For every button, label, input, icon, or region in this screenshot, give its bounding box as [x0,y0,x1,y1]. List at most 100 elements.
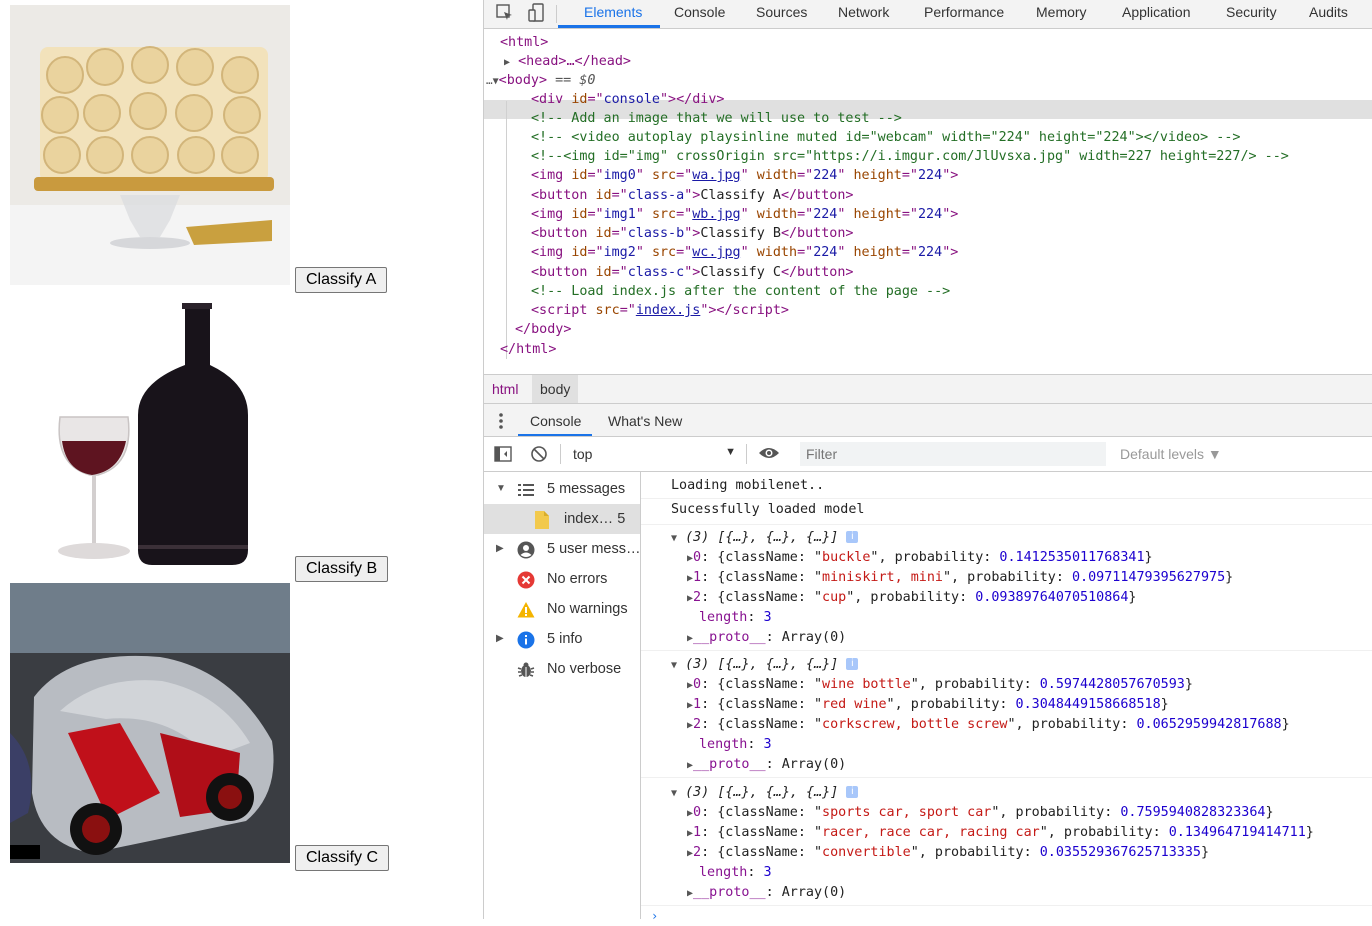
inspect-element-icon[interactable] [494,2,516,24]
dom-node-button-b[interactable]: <button id="class-b">Classify B</button> [531,224,854,243]
object-entry[interactable]: ▶2: {className: "cup", probability: 0.09… [687,588,1136,609]
console-prompt-icon[interactable]: › [651,906,658,926]
more-actions-icon[interactable]: … [486,74,493,87]
info-badge-icon: i [846,658,859,670]
src-link[interactable]: wc.jpg [692,245,740,260]
array-proto[interactable]: ▶__proto__: Array(0) [687,628,846,649]
dom-node-body[interactable]: …▼<body> == $0 [486,71,595,91]
image-b-wine [10,295,290,575]
elements-tree: <html> ▶ <head>…</head> …▼<body> == $0 <… [484,29,1372,374]
array-header[interactable]: ▼ (3) [{…}, {…}, {…}] i [671,655,859,676]
toolbar-divider [746,444,747,464]
array-length: length: 3 [699,865,772,880]
script-src-link[interactable]: index.js [636,303,701,318]
sidebar-item-verbose[interactable]: No verbose [484,654,640,684]
filter-input[interactable] [800,442,1106,466]
object-entry[interactable]: ▶2: {className: "corkscrew, bottle screw… [687,715,1290,736]
dom-comment[interactable]: <!-- Load index.js after the content of … [531,282,950,301]
message-divider [641,905,1372,906]
file-icon [534,510,552,529]
dom-node-html-close[interactable]: </html> [500,340,556,359]
dom-node-img1[interactable]: <img id="img1" src="wb.jpg" width="224" … [531,205,958,224]
info-icon [517,630,535,649]
toolbar-divider [560,444,561,464]
error-icon [517,570,535,589]
expand-triangle-icon[interactable]: ▶ [504,57,510,68]
dom-comment[interactable]: <!-- <video autoplay playsinline muted i… [531,128,1240,147]
sidebar-item-errors[interactable]: No errors [484,564,640,594]
collapse-triangle-icon: ▼ [496,483,506,494]
toolbar-divider [556,5,557,23]
log-levels-dropdown[interactable]: Default levels ▼ [1120,446,1222,462]
breadcrumb-body[interactable]: body [532,375,579,403]
drawer-menu-icon[interactable] [498,412,504,433]
breadcrumb-html[interactable]: html [484,375,526,403]
dom-node-html[interactable]: <html> [500,33,548,52]
expand-triangle-icon: ▶ [496,543,504,554]
object-entry[interactable]: ▶1: {className: "miniskirt, mini", proba… [687,568,1233,589]
message-divider [641,650,1372,651]
dom-node-div-console[interactable]: <div id="console"></div> [531,90,725,109]
warning-icon [517,600,535,618]
dom-node-script[interactable]: <script src="index.js"></script> [531,301,789,320]
object-entry[interactable]: ▶1: {className: "red wine", probability:… [687,695,1169,716]
dom-node-img2[interactable]: <img id="img2" src="wc.jpg" width="224" … [531,243,958,262]
array-proto[interactable]: ▶__proto__: Array(0) [687,883,846,904]
classify-a-button[interactable]: Classify A [295,267,388,293]
clear-console-icon[interactable] [530,445,548,466]
sidebar-item-warnings[interactable]: No warnings [484,594,640,624]
object-entry[interactable]: ▶1: {className: "racer, race car, racing… [687,823,1314,844]
sidebar-item-index-js[interactable]: index… 5 [484,504,640,534]
dom-node-img0[interactable]: <img id="img0" src="wa.jpg" width="224" … [531,166,958,185]
tab-sources[interactable]: Sources [756,0,807,28]
src-link[interactable]: wa.jpg [692,168,740,183]
array-proto[interactable]: ▶__proto__: Array(0) [687,755,846,776]
console-sidebar: ▼ 5 messages index… 5 ▶ 5 user mess… No … [484,472,641,919]
array-header[interactable]: ▼ (3) [{…}, {…}, {…}] i [671,528,859,549]
sidebar-toggle-icon[interactable] [494,445,512,466]
src-link[interactable]: wb.jpg [692,207,740,222]
drawer-tab-console[interactable]: Console [518,404,592,436]
drawer-tabbar: Console What's New [484,404,1372,437]
user-icon [517,540,535,559]
live-expression-eye-icon[interactable] [758,445,780,464]
object-entry[interactable]: ▶0: {className: "wine bottle", probabili… [687,675,1193,696]
message-divider [641,777,1372,778]
object-entry[interactable]: ▶0: {className: "buckle", probability: 0… [687,548,1153,569]
dom-comment[interactable]: <!-- Add an image that we will use to te… [531,109,902,128]
sidebar-item-info[interactable]: ▶ 5 info [484,624,640,654]
object-entry[interactable]: ▶0: {className: "sports car, sport car",… [687,803,1274,824]
list-icon [517,480,535,498]
sidebar-item-user-messages[interactable]: ▶ 5 user mess… [484,534,640,564]
devtools-panel: Elements Console Sources Network Perform… [483,0,1372,923]
tab-console[interactable]: Console [674,0,725,28]
drawer-tab-whats-new[interactable]: What's New [608,404,682,436]
console-log-line: Loading mobilenet.. [641,476,1372,499]
tab-elements[interactable]: Elements [584,0,642,28]
info-badge-icon: i [846,786,859,798]
console-messages: Loading mobilenet.. Sucessfully loaded m… [641,472,1372,923]
dom-node-button-c[interactable]: <button id="class-c">Classify C</button> [531,263,854,282]
tab-audits[interactable]: Audits [1309,0,1348,28]
tab-security[interactable]: Security [1226,0,1277,28]
tab-network[interactable]: Network [838,0,889,28]
dom-node-body-close[interactable]: </body> [515,320,571,339]
context-selector[interactable]: top ▼ [566,441,736,467]
array-length: length: 3 [699,610,772,625]
tab-application[interactable]: Application [1122,0,1191,28]
classify-b-button[interactable]: Classify B [295,556,389,582]
array-header[interactable]: ▼ (3) [{…}, {…}, {…}] i [671,783,859,804]
active-tab-indicator [558,25,660,28]
device-toolbar-icon[interactable] [526,2,548,24]
classify-c-button[interactable]: Classify C [295,845,390,871]
object-entry[interactable]: ▶2: {className: "convertible", probabili… [687,843,1209,864]
image-a-cake [10,5,290,285]
dom-comment[interactable]: <!--<img id="img" crossOrigin src="https… [531,147,1289,166]
dom-node-head[interactable]: ▶ <head>…</head> [504,52,631,72]
devtools-tabbar: Elements Console Sources Network Perform… [484,0,1372,29]
dom-node-button-a[interactable]: <button id="class-a">Classify A</button> [531,186,854,205]
tab-memory[interactable]: Memory [1036,0,1087,28]
sidebar-item-messages[interactable]: ▼ 5 messages [484,474,640,504]
expand-triangle-icon: ▶ [496,633,504,644]
tab-performance[interactable]: Performance [924,0,1004,28]
